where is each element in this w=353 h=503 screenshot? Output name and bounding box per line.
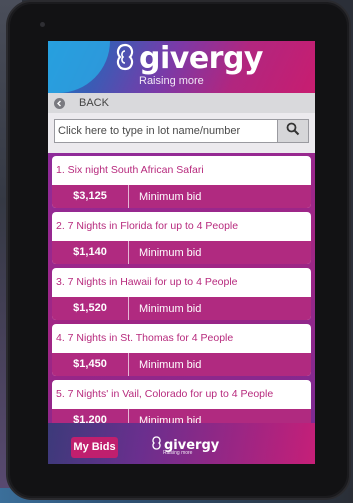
footer-tagline: Raising more xyxy=(163,450,193,456)
lot-bid-bar: $3,125 Minimum bid xyxy=(52,185,311,208)
lot-price: $1,520 xyxy=(52,297,129,320)
lot-price: $1,140 xyxy=(52,241,129,264)
brand-logo: givergy xyxy=(114,41,264,76)
lot-title: 2. 7 Nights in Florida for up to 4 Peopl… xyxy=(56,220,239,232)
lot-card[interactable]: 4. 7 Nights in St. Thomas for 4 People $… xyxy=(52,324,311,376)
lot-title: 4. 7 Nights in St. Thomas for 4 People xyxy=(56,332,234,344)
lot-bid-note: Minimum bid xyxy=(139,302,202,315)
lot-title: 3. 7 Nights in Hawaii for up to 4 People xyxy=(56,276,238,288)
search-button[interactable] xyxy=(278,119,309,143)
brand-tagline: Raising more xyxy=(139,75,204,87)
back-arrow-icon xyxy=(54,97,65,109)
givergy-logo-icon xyxy=(114,43,136,76)
app-footer: My Bids givergy Raising more xyxy=(48,423,315,464)
search-bar xyxy=(48,113,315,150)
lot-price: $1,450 xyxy=(52,353,129,376)
lot-bid-bar: $1,140 Minimum bid xyxy=(52,241,311,264)
app-screen: givergy Raising more BACK 1. Six night S… xyxy=(48,41,315,464)
lot-price: $3,125 xyxy=(52,185,129,208)
givergy-logo-icon xyxy=(151,436,162,455)
lot-card[interactable]: 3. 7 Nights in Hawaii for up to 4 People… xyxy=(52,268,311,320)
lot-card[interactable]: 1. Six night South African Safari $3,125… xyxy=(52,156,311,208)
app-header: givergy Raising more xyxy=(48,41,315,93)
lot-bid-note: Minimum bid xyxy=(139,190,202,203)
header-decoration xyxy=(48,41,110,93)
lot-title: 1. Six night South African Safari xyxy=(56,164,204,176)
lot-list: 1. Six night South African Safari $3,125… xyxy=(48,153,315,432)
lot-bid-bar: $1,450 Minimum bid xyxy=(52,353,311,376)
my-bids-button[interactable]: My Bids xyxy=(71,437,118,458)
lot-title: 5. 7 Nights' in Vail, Colorado for up to… xyxy=(56,388,274,400)
lot-bid-bar: $1,520 Minimum bid xyxy=(52,297,311,320)
lot-bid-note: Minimum bid xyxy=(139,358,202,371)
camera-icon xyxy=(40,22,45,27)
lot-card[interactable]: 2. 7 Nights in Florida for up to 4 Peopl… xyxy=(52,212,311,264)
back-label: BACK xyxy=(79,97,109,109)
lot-bid-note: Minimum bid xyxy=(139,246,202,259)
back-button[interactable]: BACK xyxy=(48,93,315,113)
search-icon xyxy=(286,122,300,141)
search-input[interactable] xyxy=(54,119,278,143)
brand-name: givergy xyxy=(139,41,264,76)
